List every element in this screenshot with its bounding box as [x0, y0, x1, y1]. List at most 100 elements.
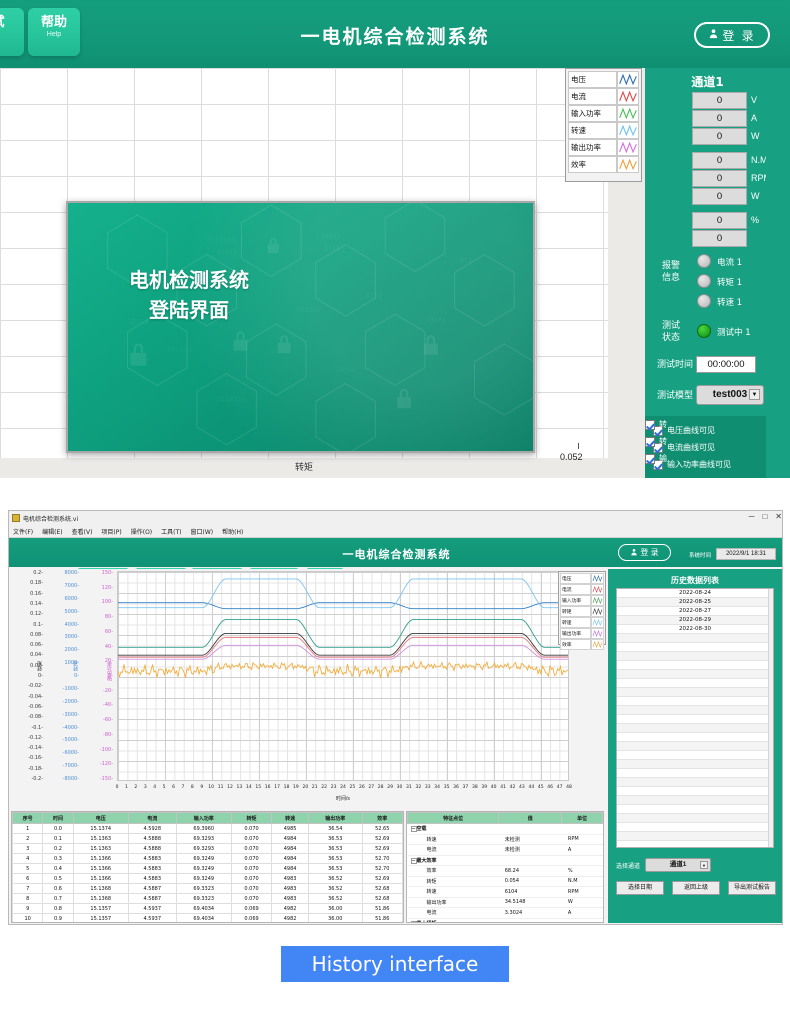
feature-row[interactable]: 电流未检测A	[408, 845, 603, 856]
feature-row[interactable]: 输出功率34.5148W	[408, 897, 603, 908]
legend-item[interactable]: 输出功率	[560, 628, 604, 639]
table-row[interactable]: 100.915.13574.593769.40340.069498236.005…	[13, 914, 403, 924]
table-row[interactable]: 60.515.13664.588369.32490.070498336.5252…	[13, 874, 403, 884]
window-controls[interactable]: ─ □ ✕	[749, 512, 782, 521]
history-list-scrollbar[interactable]	[768, 589, 773, 847]
tree-expand-icon[interactable]: −	[411, 921, 417, 924]
login-button-bottom[interactable]: 登 录	[618, 544, 671, 561]
feature-row[interactable]: 转速未检测RPM	[408, 834, 603, 845]
feature-row[interactable]: 效率68.24%	[408, 866, 603, 877]
history-date-item-empty[interactable]	[617, 751, 773, 760]
legend-item[interactable]: 效率	[568, 156, 639, 173]
menu-item[interactable]: 窗口(W)	[191, 527, 214, 536]
legend-item[interactable]: 输入功率	[560, 595, 604, 606]
return-button[interactable]: 返回上级	[672, 881, 720, 895]
channel-select[interactable]: 通道1 ▼	[645, 858, 711, 872]
feature-row[interactable]: 转矩0.054N.M	[408, 876, 603, 887]
legend-item[interactable]: 输出功率	[568, 139, 639, 156]
table-row[interactable]: 20.115.13634.588869.32930.070498436.5352…	[13, 834, 403, 844]
history-date-item-empty[interactable]	[617, 634, 773, 643]
history-date-item-empty[interactable]	[617, 697, 773, 706]
history-date-item-empty[interactable]	[617, 796, 773, 805]
table-row[interactable]: 30.215.13634.588869.32930.070498436.5352…	[13, 844, 403, 854]
table-row[interactable]: 90.815.13574.593769.40340.069498236.0051…	[13, 904, 403, 914]
tree-expand-icon[interactable]: −	[411, 858, 417, 864]
history-chart-legend[interactable]: 电压电流输入功率转矩转速输出功率效率	[558, 571, 606, 645]
legend-item[interactable]: 转速	[568, 122, 639, 139]
close-icon[interactable]: ✕	[775, 512, 782, 521]
feature-row[interactable]: 最大效率−	[408, 855, 603, 866]
menu-item[interactable]: 查看(V)	[72, 527, 93, 536]
history-date-item-empty[interactable]	[617, 679, 773, 688]
table-row[interactable]: 40.315.13664.588369.32490.070498436.5352…	[13, 854, 403, 864]
feature-row[interactable]: 空载−	[408, 824, 603, 835]
maximize-icon[interactable]: □	[762, 512, 767, 521]
curve-visibility-checkbox-right[interactable]: 转	[645, 433, 790, 450]
history-date-item-empty[interactable]	[617, 715, 773, 724]
checkbox-icon[interactable]	[645, 454, 655, 464]
table-row[interactable]: 80.715.13684.588769.33230.070498336.5252…	[13, 894, 403, 904]
menu-bar[interactable]: 文件(F) 编辑(E) 查看(V) 项目(P) 操作(O) 工具(T) 窗口(W) 帮助(H)	[9, 525, 783, 538]
history-date-item-empty[interactable]	[617, 760, 773, 769]
history-date-item[interactable]: 2022-08-24	[617, 589, 773, 598]
chevron-down-icon[interactable]: ▼	[749, 389, 760, 400]
tree-expand-icon[interactable]: −	[411, 826, 417, 832]
history-date-item-empty[interactable]	[617, 814, 773, 823]
legend-item[interactable]: 转矩	[560, 606, 604, 617]
history-date-item-empty[interactable]	[617, 670, 773, 679]
history-date-item[interactable]: 2022-08-27	[617, 607, 773, 616]
legend-item[interactable]: 电流	[568, 88, 639, 105]
history-date-item-empty[interactable]	[617, 769, 773, 778]
history-date-list[interactable]: 2022-08-242022-08-252022-08-272022-08-29…	[616, 588, 774, 848]
table-row[interactable]: 70.615.13684.588769.33230.070498336.5252…	[13, 884, 403, 894]
login-button-top[interactable]: 登 录	[694, 22, 770, 48]
legend-item[interactable]: 电压	[560, 573, 604, 584]
table-row[interactable]: 10.015.13744.592869.39600.070498536.5452…	[13, 824, 403, 834]
legend-item[interactable]: 电压	[568, 71, 639, 88]
history-data-table[interactable]: 序号时间电压电流输入功率转矩转速输出功率效率 10.015.13744.5928…	[11, 811, 404, 923]
feature-row[interactable]: 转速6104RPM	[408, 887, 603, 898]
menu-item[interactable]: 帮助(H)	[222, 527, 243, 536]
history-date-item-empty[interactable]	[617, 688, 773, 697]
feature-row[interactable]: 最大扭矩−	[408, 918, 603, 923]
curve-visibility-checkbox-right[interactable]: 输	[645, 450, 790, 467]
checkbox-icon[interactable]	[645, 437, 655, 447]
history-date-item-empty[interactable]	[617, 832, 773, 841]
feature-row[interactable]: 电流3.3024A	[408, 908, 603, 919]
top-chart-legend[interactable]: 电压电流输入功率转速输出功率效率	[565, 68, 642, 182]
history-date-item-empty[interactable]	[617, 823, 773, 832]
checkbox-icon[interactable]	[645, 420, 655, 430]
curve-visibility-checkbox-right[interactable]: 转	[645, 416, 790, 433]
legend-item[interactable]: 输入功率	[568, 105, 639, 122]
menu-item[interactable]: 项目(P)	[101, 527, 121, 536]
feature-points-table[interactable]: 特征点位值单位 空载−转速未检测RPM电流未检测A最大效率−效率68.24%转矩…	[406, 811, 604, 923]
menu-item[interactable]: 文件(F)	[13, 527, 33, 536]
history-date-item-empty[interactable]	[617, 733, 773, 742]
test-model-select[interactable]: test003 ▼	[696, 385, 764, 405]
history-date-item-empty[interactable]	[617, 652, 773, 661]
history-date-item[interactable]: 2022-08-29	[617, 616, 773, 625]
menu-item[interactable]: 操作(O)	[131, 527, 152, 536]
menu-item[interactable]: 编辑(E)	[42, 527, 62, 536]
history-date-item-empty[interactable]	[617, 805, 773, 814]
history-date-item-empty[interactable]	[617, 742, 773, 751]
history-date-item-empty[interactable]	[617, 661, 773, 670]
chevron-down-icon[interactable]: ▼	[700, 861, 708, 869]
history-date-item-empty[interactable]	[617, 787, 773, 796]
menu-item[interactable]: 工具(T)	[161, 527, 181, 536]
legend-item[interactable]: 电流	[560, 584, 604, 595]
history-date-item[interactable]: 2022-08-30	[617, 625, 773, 634]
export-report-button[interactable]: 导出测试报告	[728, 881, 776, 895]
history-date-item-empty[interactable]	[617, 724, 773, 733]
history-date-item-empty[interactable]	[617, 706, 773, 715]
history-date-item-empty[interactable]	[617, 643, 773, 652]
history-date-items[interactable]: 2022-08-242022-08-252022-08-272022-08-29…	[617, 589, 773, 848]
legend-item[interactable]: 效率	[560, 639, 604, 650]
minimize-icon[interactable]: ─	[749, 512, 755, 521]
history-date-item-empty[interactable]	[617, 841, 773, 848]
history-date-item-empty[interactable]	[617, 778, 773, 787]
table-row[interactable]: 50.415.13664.588369.32490.070498436.5352…	[13, 864, 403, 874]
select-date-button[interactable]: 选择日期	[616, 881, 664, 895]
history-date-item[interactable]: 2022-08-25	[617, 598, 773, 607]
legend-item[interactable]: 转速	[560, 617, 604, 628]
